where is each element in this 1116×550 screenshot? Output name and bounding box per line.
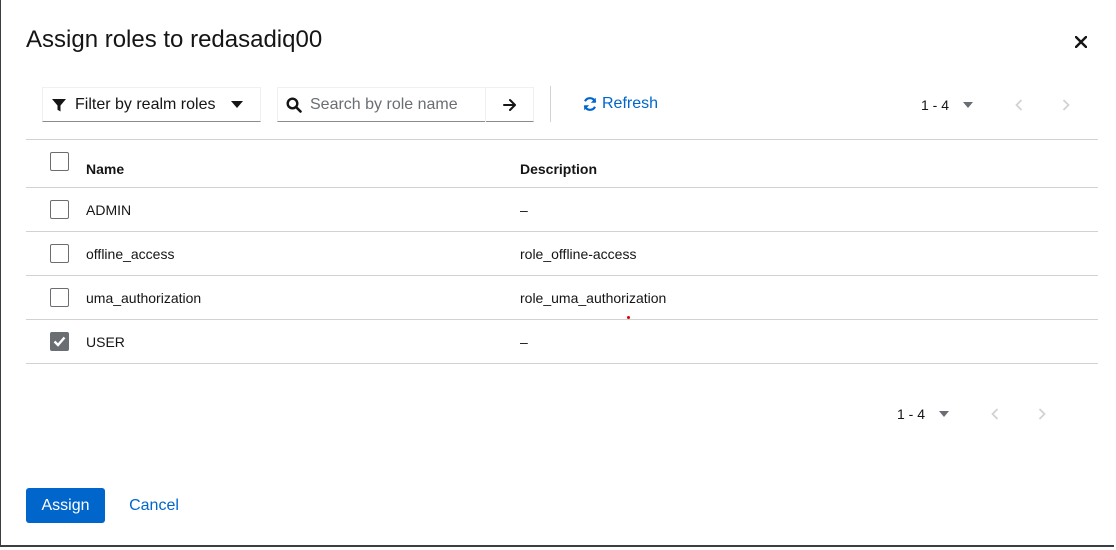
pagination-bottom: 1 - 4 xyxy=(897,405,1057,423)
search-input[interactable] xyxy=(310,95,482,114)
chevron-right-icon xyxy=(1062,99,1070,111)
role-description: role_offline-access xyxy=(520,246,637,262)
row-checkbox[interactable] xyxy=(50,288,69,307)
role-name: ADMIN xyxy=(86,202,132,218)
table-row: ADMIN – xyxy=(26,187,1098,231)
caret-down-icon xyxy=(231,101,243,108)
pagination-range-toggle[interactable]: 1 - 4 xyxy=(897,406,950,422)
refresh-label: Refresh xyxy=(602,95,659,112)
refresh-button[interactable]: Refresh xyxy=(582,95,658,113)
row-checkbox[interactable] xyxy=(50,200,69,219)
chevron-left-icon xyxy=(991,408,999,420)
check-icon xyxy=(53,336,66,347)
previous-page-button[interactable] xyxy=(991,407,999,423)
search-box xyxy=(277,87,534,122)
role-name: USER xyxy=(86,334,125,350)
role-name: uma_authorization xyxy=(86,290,202,306)
next-page-button[interactable] xyxy=(1038,407,1046,423)
refresh-icon xyxy=(583,97,597,111)
chevron-right-icon xyxy=(1038,408,1046,420)
search-icon xyxy=(278,96,310,113)
row-checkbox-checked[interactable] xyxy=(50,332,69,351)
cancel-button[interactable]: Cancel xyxy=(115,488,193,523)
column-header-description: Description xyxy=(520,161,598,177)
next-page-button[interactable] xyxy=(1062,98,1070,114)
roles-table: Name Description ADMIN – offline_access … xyxy=(26,139,1098,364)
toolbar-divider xyxy=(550,86,551,122)
pagination-range: 1 - 4 xyxy=(897,406,926,422)
cursor-dot xyxy=(627,316,630,319)
assign-button[interactable]: Assign xyxy=(26,488,105,523)
caret-down-icon xyxy=(939,411,950,417)
pagination-range: 1 - 4 xyxy=(921,97,950,113)
table-row: uma_authorization role_uma_authorization xyxy=(26,275,1098,319)
chevron-left-icon xyxy=(1015,99,1023,111)
close-button[interactable] xyxy=(1067,30,1095,54)
caret-down-icon xyxy=(963,102,974,108)
table-row: USER – xyxy=(26,319,1098,364)
role-name: offline_access xyxy=(86,246,175,262)
search-submit-button[interactable] xyxy=(485,87,533,122)
pagination-top: 1 - 4 xyxy=(921,96,1081,114)
role-description: – xyxy=(520,202,528,218)
role-description: role_uma_authorization xyxy=(520,290,667,306)
role-description: – xyxy=(520,334,528,350)
pagination-range-toggle[interactable]: 1 - 4 xyxy=(921,97,974,113)
assign-roles-modal: Assign roles to redasadiq00 Filter by re… xyxy=(0,0,1114,547)
previous-page-button[interactable] xyxy=(1015,98,1023,114)
select-all-checkbox[interactable] xyxy=(50,152,69,171)
table-row: offline_access role_offline-access xyxy=(26,231,1098,275)
close-icon xyxy=(1075,36,1087,48)
table-header-row: Name Description xyxy=(26,139,1098,187)
modal-title: Assign roles to redasadiq00 xyxy=(26,26,323,53)
arrow-right-icon xyxy=(502,98,516,111)
row-checkbox[interactable] xyxy=(50,244,69,263)
filter-icon xyxy=(52,98,66,111)
filter-dropdown[interactable]: Filter by realm roles xyxy=(42,87,261,122)
column-header-name: Name xyxy=(86,161,125,177)
filter-dropdown-label: Filter by realm roles xyxy=(75,95,216,113)
